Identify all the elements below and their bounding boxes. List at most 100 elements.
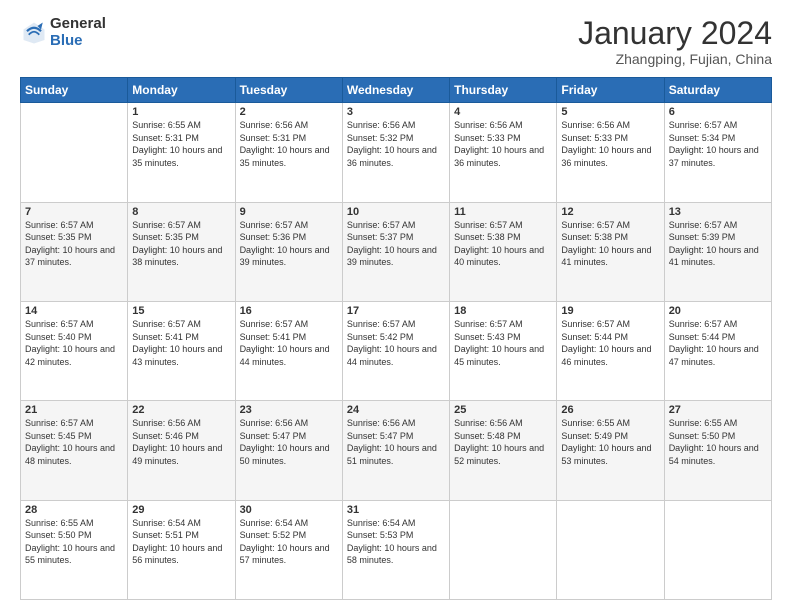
calendar-cell: 10Sunrise: 6:57 AMSunset: 5:37 PMDayligh…: [342, 202, 449, 301]
day-info: Sunrise: 6:56 AMSunset: 5:48 PMDaylight:…: [454, 417, 552, 467]
day-number: 11: [454, 206, 552, 218]
weekday-header-monday: Monday: [128, 78, 235, 103]
logo-text: General Blue: [50, 16, 106, 49]
calendar-week-1: 1Sunrise: 6:55 AMSunset: 5:31 PMDaylight…: [21, 103, 772, 202]
day-number: 3: [347, 106, 445, 118]
calendar-week-2: 7Sunrise: 6:57 AMSunset: 5:35 PMDaylight…: [21, 202, 772, 301]
calendar-cell: 2Sunrise: 6:56 AMSunset: 5:31 PMDaylight…: [235, 103, 342, 202]
calendar-cell: 3Sunrise: 6:56 AMSunset: 5:32 PMDaylight…: [342, 103, 449, 202]
day-info: Sunrise: 6:56 AMSunset: 5:47 PMDaylight:…: [347, 417, 445, 467]
weekday-header-sunday: Sunday: [21, 78, 128, 103]
title-block: January 2024 Zhangping, Fujian, China: [578, 16, 772, 67]
calendar-week-5: 28Sunrise: 6:55 AMSunset: 5:50 PMDayligh…: [21, 500, 772, 599]
calendar-cell: 4Sunrise: 6:56 AMSunset: 5:33 PMDaylight…: [450, 103, 557, 202]
calendar-cell: 7Sunrise: 6:57 AMSunset: 5:35 PMDaylight…: [21, 202, 128, 301]
day-number: 18: [454, 305, 552, 317]
calendar-cell: [664, 500, 771, 599]
day-number: 23: [240, 404, 338, 416]
day-info: Sunrise: 6:57 AMSunset: 5:38 PMDaylight:…: [454, 219, 552, 269]
day-info: Sunrise: 6:57 AMSunset: 5:37 PMDaylight:…: [347, 219, 445, 269]
day-number: 10: [347, 206, 445, 218]
weekday-header-wednesday: Wednesday: [342, 78, 449, 103]
day-info: Sunrise: 6:54 AMSunset: 5:51 PMDaylight:…: [132, 517, 230, 567]
calendar-cell: 13Sunrise: 6:57 AMSunset: 5:39 PMDayligh…: [664, 202, 771, 301]
day-info: Sunrise: 6:57 AMSunset: 5:39 PMDaylight:…: [669, 219, 767, 269]
weekday-header-friday: Friday: [557, 78, 664, 103]
day-info: Sunrise: 6:57 AMSunset: 5:43 PMDaylight:…: [454, 318, 552, 368]
day-number: 8: [132, 206, 230, 218]
day-info: Sunrise: 6:55 AMSunset: 5:50 PMDaylight:…: [669, 417, 767, 467]
day-info: Sunrise: 6:54 AMSunset: 5:52 PMDaylight:…: [240, 517, 338, 567]
day-info: Sunrise: 6:57 AMSunset: 5:41 PMDaylight:…: [240, 318, 338, 368]
day-number: 5: [561, 106, 659, 118]
day-number: 16: [240, 305, 338, 317]
calendar-table: SundayMondayTuesdayWednesdayThursdayFrid…: [20, 77, 772, 600]
calendar-cell: 26Sunrise: 6:55 AMSunset: 5:49 PMDayligh…: [557, 401, 664, 500]
day-info: Sunrise: 6:54 AMSunset: 5:53 PMDaylight:…: [347, 517, 445, 567]
calendar-cell: [557, 500, 664, 599]
day-number: 31: [347, 504, 445, 516]
day-info: Sunrise: 6:56 AMSunset: 5:47 PMDaylight:…: [240, 417, 338, 467]
logo-icon: [20, 19, 48, 47]
day-number: 20: [669, 305, 767, 317]
calendar-cell: [450, 500, 557, 599]
day-number: 7: [25, 206, 123, 218]
calendar-cell: 24Sunrise: 6:56 AMSunset: 5:47 PMDayligh…: [342, 401, 449, 500]
calendar-cell: 27Sunrise: 6:55 AMSunset: 5:50 PMDayligh…: [664, 401, 771, 500]
day-number: 4: [454, 106, 552, 118]
calendar-week-4: 21Sunrise: 6:57 AMSunset: 5:45 PMDayligh…: [21, 401, 772, 500]
logo: General Blue: [20, 16, 106, 49]
calendar-cell: 12Sunrise: 6:57 AMSunset: 5:38 PMDayligh…: [557, 202, 664, 301]
calendar-cell: 17Sunrise: 6:57 AMSunset: 5:42 PMDayligh…: [342, 301, 449, 400]
day-number: 26: [561, 404, 659, 416]
day-number: 19: [561, 305, 659, 317]
weekday-header-tuesday: Tuesday: [235, 78, 342, 103]
calendar-cell: 9Sunrise: 6:57 AMSunset: 5:36 PMDaylight…: [235, 202, 342, 301]
day-number: 21: [25, 404, 123, 416]
calendar-cell: 19Sunrise: 6:57 AMSunset: 5:44 PMDayligh…: [557, 301, 664, 400]
day-number: 2: [240, 106, 338, 118]
day-number: 15: [132, 305, 230, 317]
calendar-cell: 18Sunrise: 6:57 AMSunset: 5:43 PMDayligh…: [450, 301, 557, 400]
calendar-cell: [21, 103, 128, 202]
calendar-cell: 14Sunrise: 6:57 AMSunset: 5:40 PMDayligh…: [21, 301, 128, 400]
day-info: Sunrise: 6:55 AMSunset: 5:49 PMDaylight:…: [561, 417, 659, 467]
calendar-cell: 23Sunrise: 6:56 AMSunset: 5:47 PMDayligh…: [235, 401, 342, 500]
day-number: 22: [132, 404, 230, 416]
logo-blue-text: Blue: [50, 33, 106, 50]
calendar-cell: 25Sunrise: 6:56 AMSunset: 5:48 PMDayligh…: [450, 401, 557, 500]
day-number: 27: [669, 404, 767, 416]
calendar-cell: 6Sunrise: 6:57 AMSunset: 5:34 PMDaylight…: [664, 103, 771, 202]
day-number: 13: [669, 206, 767, 218]
day-info: Sunrise: 6:57 AMSunset: 5:42 PMDaylight:…: [347, 318, 445, 368]
calendar-cell: 11Sunrise: 6:57 AMSunset: 5:38 PMDayligh…: [450, 202, 557, 301]
day-info: Sunrise: 6:57 AMSunset: 5:36 PMDaylight:…: [240, 219, 338, 269]
day-info: Sunrise: 6:56 AMSunset: 5:33 PMDaylight:…: [561, 119, 659, 169]
day-info: Sunrise: 6:57 AMSunset: 5:34 PMDaylight:…: [669, 119, 767, 169]
day-info: Sunrise: 6:57 AMSunset: 5:41 PMDaylight:…: [132, 318, 230, 368]
day-number: 1: [132, 106, 230, 118]
day-info: Sunrise: 6:57 AMSunset: 5:38 PMDaylight:…: [561, 219, 659, 269]
day-info: Sunrise: 6:57 AMSunset: 5:44 PMDaylight:…: [561, 318, 659, 368]
day-number: 12: [561, 206, 659, 218]
day-info: Sunrise: 6:57 AMSunset: 5:35 PMDaylight:…: [25, 219, 123, 269]
calendar-cell: 8Sunrise: 6:57 AMSunset: 5:35 PMDaylight…: [128, 202, 235, 301]
logo-general-text: General: [50, 16, 106, 33]
calendar-cell: 30Sunrise: 6:54 AMSunset: 5:52 PMDayligh…: [235, 500, 342, 599]
calendar-cell: 16Sunrise: 6:57 AMSunset: 5:41 PMDayligh…: [235, 301, 342, 400]
day-number: 6: [669, 106, 767, 118]
weekday-header-row: SundayMondayTuesdayWednesdayThursdayFrid…: [21, 78, 772, 103]
day-info: Sunrise: 6:57 AMSunset: 5:45 PMDaylight:…: [25, 417, 123, 467]
calendar-cell: 22Sunrise: 6:56 AMSunset: 5:46 PMDayligh…: [128, 401, 235, 500]
day-number: 9: [240, 206, 338, 218]
calendar-cell: 5Sunrise: 6:56 AMSunset: 5:33 PMDaylight…: [557, 103, 664, 202]
page: General Blue January 2024 Zhangping, Fuj…: [0, 0, 792, 612]
calendar-cell: 21Sunrise: 6:57 AMSunset: 5:45 PMDayligh…: [21, 401, 128, 500]
month-year-title: January 2024: [578, 16, 772, 51]
day-number: 14: [25, 305, 123, 317]
header: General Blue January 2024 Zhangping, Fuj…: [20, 16, 772, 67]
calendar-cell: 15Sunrise: 6:57 AMSunset: 5:41 PMDayligh…: [128, 301, 235, 400]
weekday-header-thursday: Thursday: [450, 78, 557, 103]
day-number: 29: [132, 504, 230, 516]
day-info: Sunrise: 6:56 AMSunset: 5:31 PMDaylight:…: [240, 119, 338, 169]
